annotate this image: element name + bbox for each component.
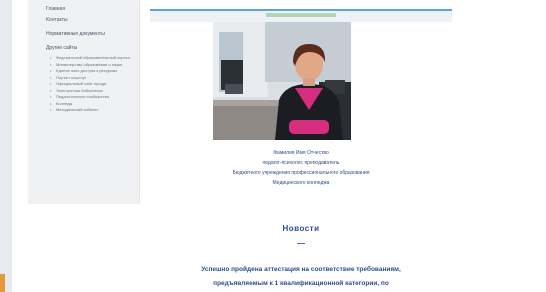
sidebar-site-link[interactable]: Министерство образования и науки — [50, 62, 131, 68]
sidebar-site-link[interactable]: Портал госуслуг — [50, 75, 131, 81]
content-header-bar — [150, 9, 452, 22]
header-strip — [266, 13, 336, 17]
sidebar-site-link[interactable]: Электронная библиотека — [50, 88, 131, 94]
profile-college: Медицинского колледжа — [272, 180, 330, 186]
sidebar-site-list: Федеральный образовательный портал Минис… — [46, 55, 131, 113]
sidebar-link-home[interactable]: Главная — [46, 6, 131, 13]
news-text-line: Успешно пройдена аттестация на соответст… — [201, 266, 401, 273]
profile-photo-illustration — [213, 22, 351, 140]
sidebar-site-link[interactable]: Федеральный образовательный портал — [50, 55, 131, 61]
sidebar-site-link[interactable]: Официальный сайт города — [50, 81, 131, 87]
profile-caption: Фамилия Имя Отчество педагог-психолог, п… — [150, 148, 452, 188]
profile-institution: Бюджетного учреждения профессионального … — [232, 170, 370, 176]
edge-accent — [0, 274, 5, 292]
sidebar-site-link[interactable]: Педагогическое сообщество — [50, 94, 131, 100]
page-left-edge — [0, 0, 12, 292]
news-heading: Новости — [282, 224, 320, 233]
profile-role: педагог-психолог, преподаватель — [262, 160, 340, 166]
profile-name: Фамилия Имя Отчество — [273, 150, 329, 156]
news-item-text[interactable]: Успешно пройдена аттестация на соответст… — [140, 263, 462, 291]
sidebar-site-link[interactable]: Единое окно доступа к ресурсам — [50, 68, 131, 74]
profile-photo — [213, 22, 351, 140]
sidebar-link-documents[interactable]: Нормативные документы — [46, 31, 131, 38]
sidebar-link-contacts[interactable]: Контакты — [46, 17, 131, 24]
sidebar-site-link[interactable]: Колледж — [50, 101, 131, 107]
news-text-line: предъявляемым к 1 квалификационной катег… — [213, 280, 389, 287]
news-separator: — — [297, 239, 305, 248]
sidebar: Главная Контакты Нормативные документы Д… — [28, 0, 140, 204]
sidebar-site-link[interactable]: Методический кабинет — [50, 107, 131, 113]
sidebar-section-title: Другие сайты — [46, 45, 78, 51]
